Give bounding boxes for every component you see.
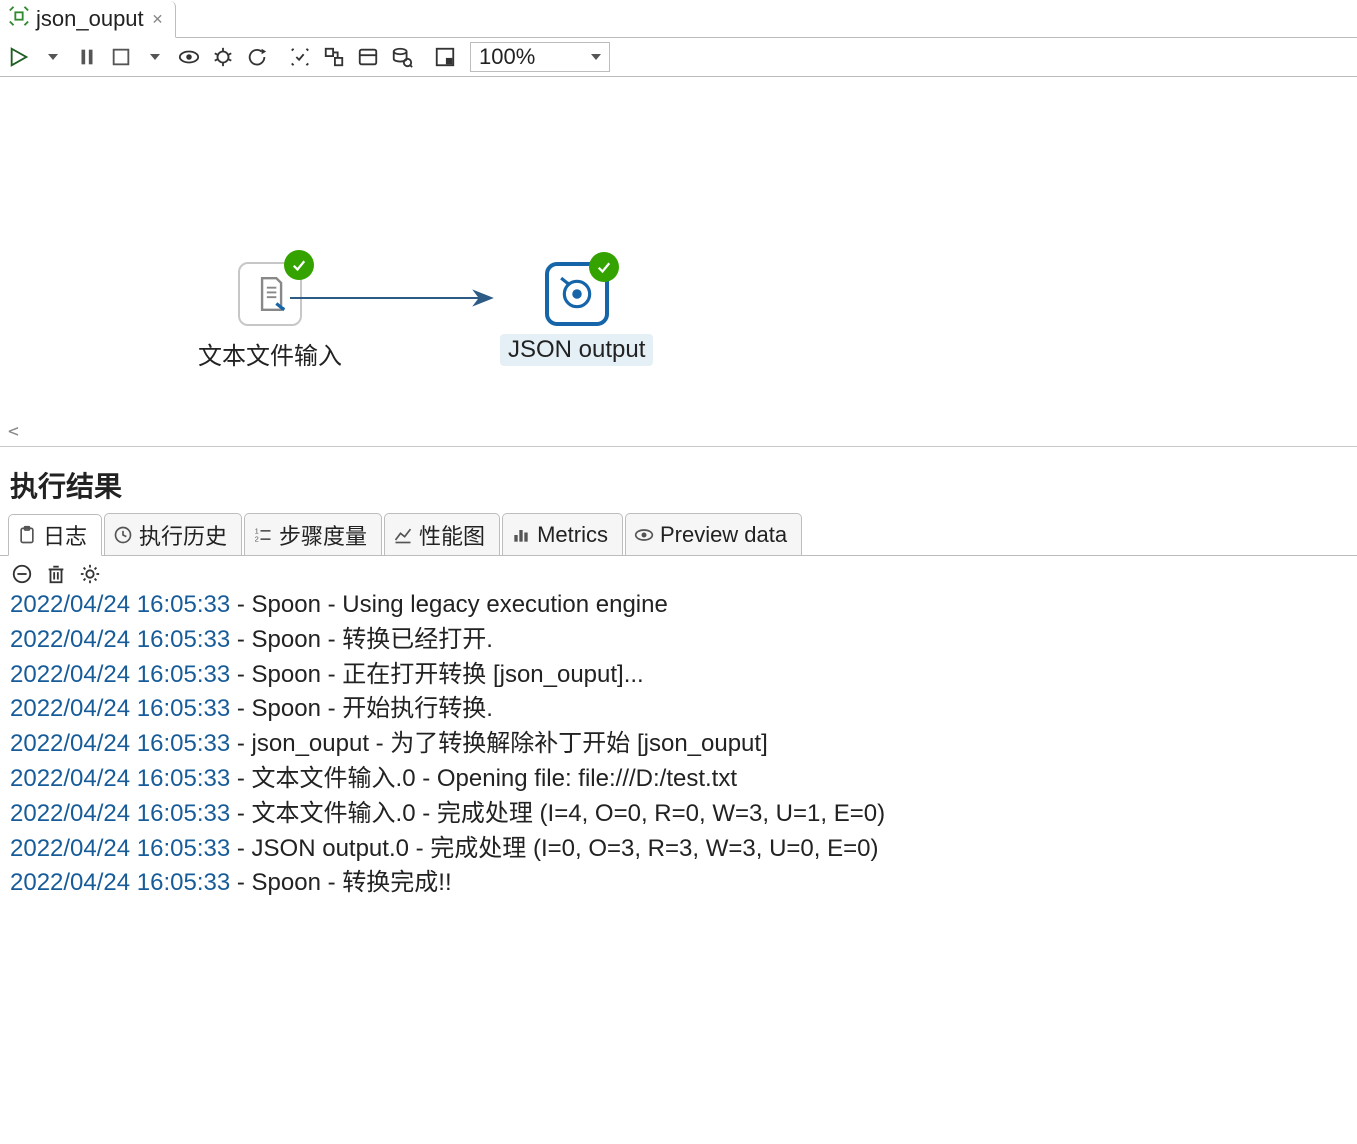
clipboard-icon (17, 525, 37, 545)
preview-icon[interactable] (176, 44, 202, 70)
log-line: 2022/04/24 16:05:33 - Spoon - 转换完成!! (10, 866, 1347, 901)
tab-metrics[interactable]: Metrics (502, 513, 623, 555)
trash-icon[interactable] (44, 562, 68, 586)
log-timestamp: 2022/04/24 16:05:33 (10, 765, 230, 792)
step-label: JSON output (500, 334, 653, 366)
tab-log[interactable]: 日志 (8, 514, 102, 556)
log-timestamp: 2022/04/24 16:05:33 (10, 730, 230, 757)
eye-icon (634, 525, 654, 545)
zoom-select[interactable]: 100% (470, 42, 610, 72)
log-message: - 文本文件输入.0 - Opening file: file:///D:/te… (230, 765, 737, 792)
tab-step-metrics[interactable]: 12 步骤度量 (244, 513, 382, 555)
close-icon[interactable]: ✕ (150, 11, 166, 28)
status-success-icon (284, 250, 314, 280)
log-message: - Spoon - 正在打开转换 [json_ouput]... (230, 661, 644, 688)
tab-label: 步骤度量 (279, 519, 367, 551)
run-icon[interactable] (6, 44, 32, 70)
log-line: 2022/04/24 16:05:33 - Spoon - 正在打开转换 [js… (10, 658, 1347, 693)
step-label: 文本文件输入 (190, 334, 350, 373)
log-line: 2022/04/24 16:05:33 - 文本文件输入.0 - 完成处理 (I… (10, 797, 1347, 832)
hop-connector[interactable] (290, 297, 480, 299)
transformation-canvas[interactable]: 文本文件输入 JSON output < (0, 77, 1357, 447)
log-line: 2022/04/24 16:05:33 - 文本文件输入.0 - Opening… (10, 762, 1347, 797)
canvas-toolbar: 100% (0, 38, 1357, 77)
editor-tabbar: json_ouput ✕ (0, 0, 1357, 38)
show-results-icon[interactable] (432, 44, 458, 70)
results-header: 执行结果 (0, 447, 1357, 513)
verify-icon[interactable] (287, 44, 313, 70)
tab-history[interactable]: 执行历史 (104, 513, 242, 555)
stop-icon[interactable] (108, 44, 134, 70)
status-success-icon (589, 252, 619, 282)
tab-label: Preview data (660, 522, 787, 548)
log-timestamp: 2022/04/24 16:05:33 (10, 835, 230, 862)
step-icon-box (238, 262, 302, 326)
replay-icon[interactable] (244, 44, 270, 70)
log-timestamp: 2022/04/24 16:05:33 (10, 626, 230, 653)
tab-title: json_ouput (36, 6, 144, 32)
log-line: 2022/04/24 16:05:33 - Spoon - 转换已经打开. (10, 623, 1347, 658)
step-node-json-output[interactable]: JSON output (500, 262, 653, 366)
debug-icon[interactable] (210, 44, 236, 70)
clear-log-icon[interactable] (10, 562, 34, 586)
arrow-icon (470, 285, 496, 311)
clock-icon (113, 525, 133, 545)
log-message: - JSON output.0 - 完成处理 (I=0, O=3, R=3, W… (230, 835, 878, 862)
log-line: 2022/04/24 16:05:33 - Spoon - Using lega… (10, 588, 1347, 623)
sql-icon[interactable] (355, 44, 381, 70)
step-icon-box (545, 262, 609, 326)
tab-label: 日志 (43, 519, 87, 551)
results-tabbar: 日志 执行历史 12 步骤度量 性能图 Metrics Preview data (0, 513, 1357, 556)
log-line: 2022/04/24 16:05:33 - Spoon - 开始执行转换. (10, 692, 1347, 727)
impact-icon[interactable] (321, 44, 347, 70)
editor-tab[interactable]: json_ouput ✕ (0, 1, 176, 38)
log-toolbar (0, 556, 1357, 586)
file-input-icon (251, 275, 289, 313)
tab-perf-graph[interactable]: 性能图 (384, 513, 500, 555)
dropdown-caret-icon[interactable] (40, 44, 66, 70)
log-message: - Spoon - 转换完成!! (230, 869, 451, 896)
log-message: - 文本文件输入.0 - 完成处理 (I=4, O=0, R=0, W=3, U… (230, 800, 885, 827)
svg-text:2: 2 (255, 534, 259, 543)
chevron-down-icon (591, 54, 601, 60)
tab-preview-data[interactable]: Preview data (625, 513, 802, 555)
results-title: 执行结果 (10, 465, 1347, 505)
tab-label: Metrics (537, 522, 608, 548)
log-timestamp: 2022/04/24 16:05:33 (10, 869, 230, 896)
log-message: - Spoon - Using legacy execution engine (230, 591, 668, 618)
json-output-icon (558, 275, 596, 313)
dropdown-caret-icon[interactable] (142, 44, 168, 70)
log-timestamp: 2022/04/24 16:05:33 (10, 661, 230, 688)
zoom-value: 100% (479, 44, 535, 70)
explore-db-icon[interactable] (389, 44, 415, 70)
tab-label: 执行历史 (139, 519, 227, 551)
list-numbered-icon: 12 (253, 525, 273, 545)
step-node-text-input[interactable]: 文本文件输入 (190, 262, 350, 373)
log-timestamp: 2022/04/24 16:05:33 (10, 591, 230, 618)
log-output: 2022/04/24 16:05:33 - Spoon - Using lega… (0, 586, 1357, 921)
log-message: - json_ouput - 为了转换解除补丁开始 [json_ouput] (230, 730, 768, 757)
log-message: - Spoon - 转换已经打开. (230, 626, 493, 653)
bar-chart-icon (511, 525, 531, 545)
transformation-icon (8, 5, 30, 33)
log-timestamp: 2022/04/24 16:05:33 (10, 800, 230, 827)
pause-icon[interactable] (74, 44, 100, 70)
log-line: 2022/04/24 16:05:33 - json_ouput - 为了转换解… (10, 727, 1347, 762)
line-chart-icon (393, 525, 413, 545)
settings-icon[interactable] (78, 562, 102, 586)
tab-label: 性能图 (419, 519, 485, 551)
log-message: - Spoon - 开始执行转换. (230, 695, 493, 722)
log-line: 2022/04/24 16:05:33 - JSON output.0 - 完成… (10, 832, 1347, 867)
log-timestamp: 2022/04/24 16:05:33 (10, 695, 230, 722)
scroll-left-icon[interactable]: < (8, 421, 19, 442)
